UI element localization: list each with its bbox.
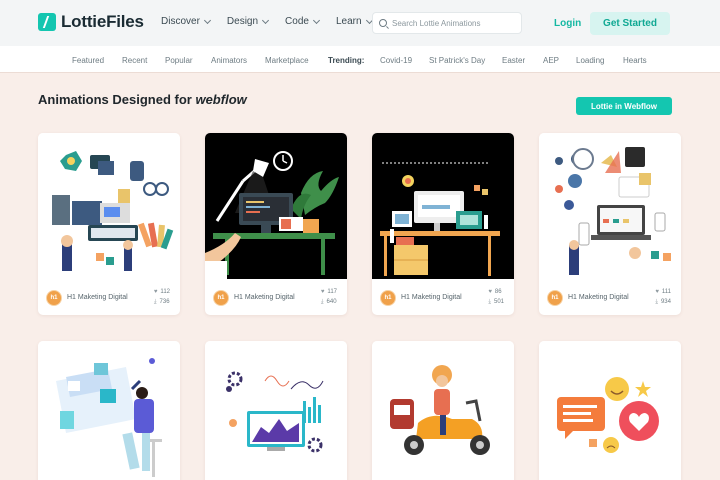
avatar[interactable]: h1 [380, 290, 396, 306]
trending-hearts[interactable]: Hearts [623, 56, 647, 65]
download-icon: ⤓ [655, 299, 658, 305]
social-media-illustration [539, 133, 681, 279]
download-icon: ⤓ [320, 299, 324, 305]
avatar[interactable]: h1 [547, 290, 563, 306]
animation-thumbnail[interactable] [38, 133, 180, 279]
category-marketplace[interactable]: Marketplace [265, 56, 309, 65]
animation-thumbnail[interactable] [205, 341, 347, 480]
card-meta: h1 H1 Maketing Digital ♥ 112 ⤓ 736 [38, 279, 180, 315]
card-stats: ♥ 112 ⤓ 736 [154, 287, 170, 307]
likes-count: 112 [160, 289, 170, 295]
category-animators[interactable]: Animators [211, 56, 247, 65]
search-icon [379, 19, 387, 27]
likes-count: 117 [327, 289, 337, 295]
avatar[interactable]: h1 [46, 290, 62, 306]
animation-card[interactable] [205, 341, 347, 480]
get-started-button[interactable]: Get Started [590, 12, 670, 35]
chevron-down-icon [203, 16, 211, 24]
category-popular[interactable]: Popular [165, 56, 193, 65]
author-name[interactable]: H1 Maketing Digital [568, 294, 629, 301]
lottie-in-webflow-button[interactable]: Lottie in Webflow [576, 97, 672, 115]
animation-thumbnail[interactable] [38, 341, 180, 480]
animation-card[interactable] [38, 341, 180, 480]
heart-icon: ♥ [153, 289, 158, 295]
trending-label: Trending: [328, 56, 365, 65]
category-recent[interactable]: Recent [122, 56, 147, 65]
download-icon: ⤓ [153, 299, 157, 305]
desk-lamp-illustration [205, 133, 347, 279]
animation-card[interactable]: h1 H1 Maketing Digital ♥ 117 ⤓ 640 [205, 133, 347, 315]
downloads-count: 934 [660, 299, 671, 305]
author-name[interactable]: H1 Maketing Digital [67, 294, 128, 301]
heart-icon: ♥ [488, 289, 492, 295]
nav-learn[interactable]: Learn [336, 16, 373, 27]
author-name[interactable]: H1 Maketing Digital [234, 294, 295, 301]
likes-count: 111 [661, 289, 671, 295]
top-navbar: LottieFiles Discover Design Code Learn L… [0, 0, 720, 46]
download-icon: ⤓ [488, 299, 491, 305]
likes-count: 86 [494, 289, 502, 295]
card-stats: ♥ 117 ⤓ 640 [321, 287, 337, 307]
card-stats: ♥ 111 ⤓ 934 [655, 287, 671, 307]
card-meta: h1 H1 Maketing Digital ♥ 117 ⤓ 640 [205, 279, 347, 315]
lottie-logo-icon [38, 13, 56, 31]
downloads-count: 640 [326, 299, 337, 305]
search-box [372, 12, 522, 34]
trending-covid-19[interactable]: Covid-19 [380, 56, 412, 65]
section-title: Animations Designed for webflow [38, 92, 247, 107]
downloads-count: 501 [493, 299, 504, 305]
nav-code[interactable]: Code [285, 16, 320, 27]
animation-thumbnail[interactable] [539, 133, 681, 279]
nav-design[interactable]: Design [227, 16, 270, 27]
social-reactions-illustration [539, 341, 681, 480]
food-delivery-illustration [372, 341, 514, 480]
logo-text: LottieFiles [61, 12, 144, 31]
logo[interactable]: LottieFiles [38, 12, 144, 32]
trending-aep[interactable]: AEP [543, 56, 559, 65]
card-stats: ♥ 86 ⤓ 501 [488, 287, 504, 307]
avatar[interactable]: h1 [213, 290, 229, 306]
chevron-down-icon [312, 16, 320, 24]
card-meta: h1 H1 Maketing Digital ♥ 86 ⤓ 501 [372, 279, 514, 315]
animation-card[interactable] [539, 341, 681, 480]
section-title-brand: webflow [195, 92, 247, 107]
design-tools-illustration [38, 133, 180, 279]
trending-loading[interactable]: Loading [576, 56, 604, 65]
login-link[interactable]: Login [554, 18, 581, 29]
category-bar: Featured Recent Popular Animators Market… [0, 46, 720, 73]
animation-thumbnail[interactable] [372, 341, 514, 480]
animation-thumbnail[interactable] [205, 133, 347, 279]
analytics-illustration [205, 341, 347, 480]
main-nav: Discover Design Code Learn [161, 16, 373, 27]
designer-illustration [38, 341, 180, 480]
animation-card[interactable]: h1 H1 Maketing Digital ♥ 112 ⤓ 736 [38, 133, 180, 315]
chevron-down-icon [262, 16, 270, 24]
search-input[interactable] [392, 18, 512, 28]
author-name[interactable]: H1 Maketing Digital [401, 294, 462, 301]
animation-card[interactable]: h1 H1 Maketing Digital ♥ 111 ⤓ 934 [539, 133, 681, 315]
downloads-count: 736 [159, 299, 170, 305]
trending-st-patricks-day[interactable]: St Patrick's Day [429, 56, 485, 65]
animation-thumbnail[interactable] [372, 133, 514, 279]
trending-easter[interactable]: Easter [502, 56, 525, 65]
animation-card[interactable] [372, 341, 514, 480]
animation-card[interactable]: h1 H1 Maketing Digital ♥ 86 ⤓ 501 [372, 133, 514, 315]
category-featured[interactable]: Featured [72, 56, 104, 65]
heart-icon: ♥ [655, 289, 659, 295]
animation-thumbnail[interactable] [539, 341, 681, 480]
nav-discover[interactable]: Discover [161, 16, 211, 27]
workspace-illustration [372, 133, 514, 279]
card-meta: h1 H1 Maketing Digital ♥ 111 ⤓ 934 [539, 279, 681, 315]
heart-icon: ♥ [320, 289, 325, 295]
